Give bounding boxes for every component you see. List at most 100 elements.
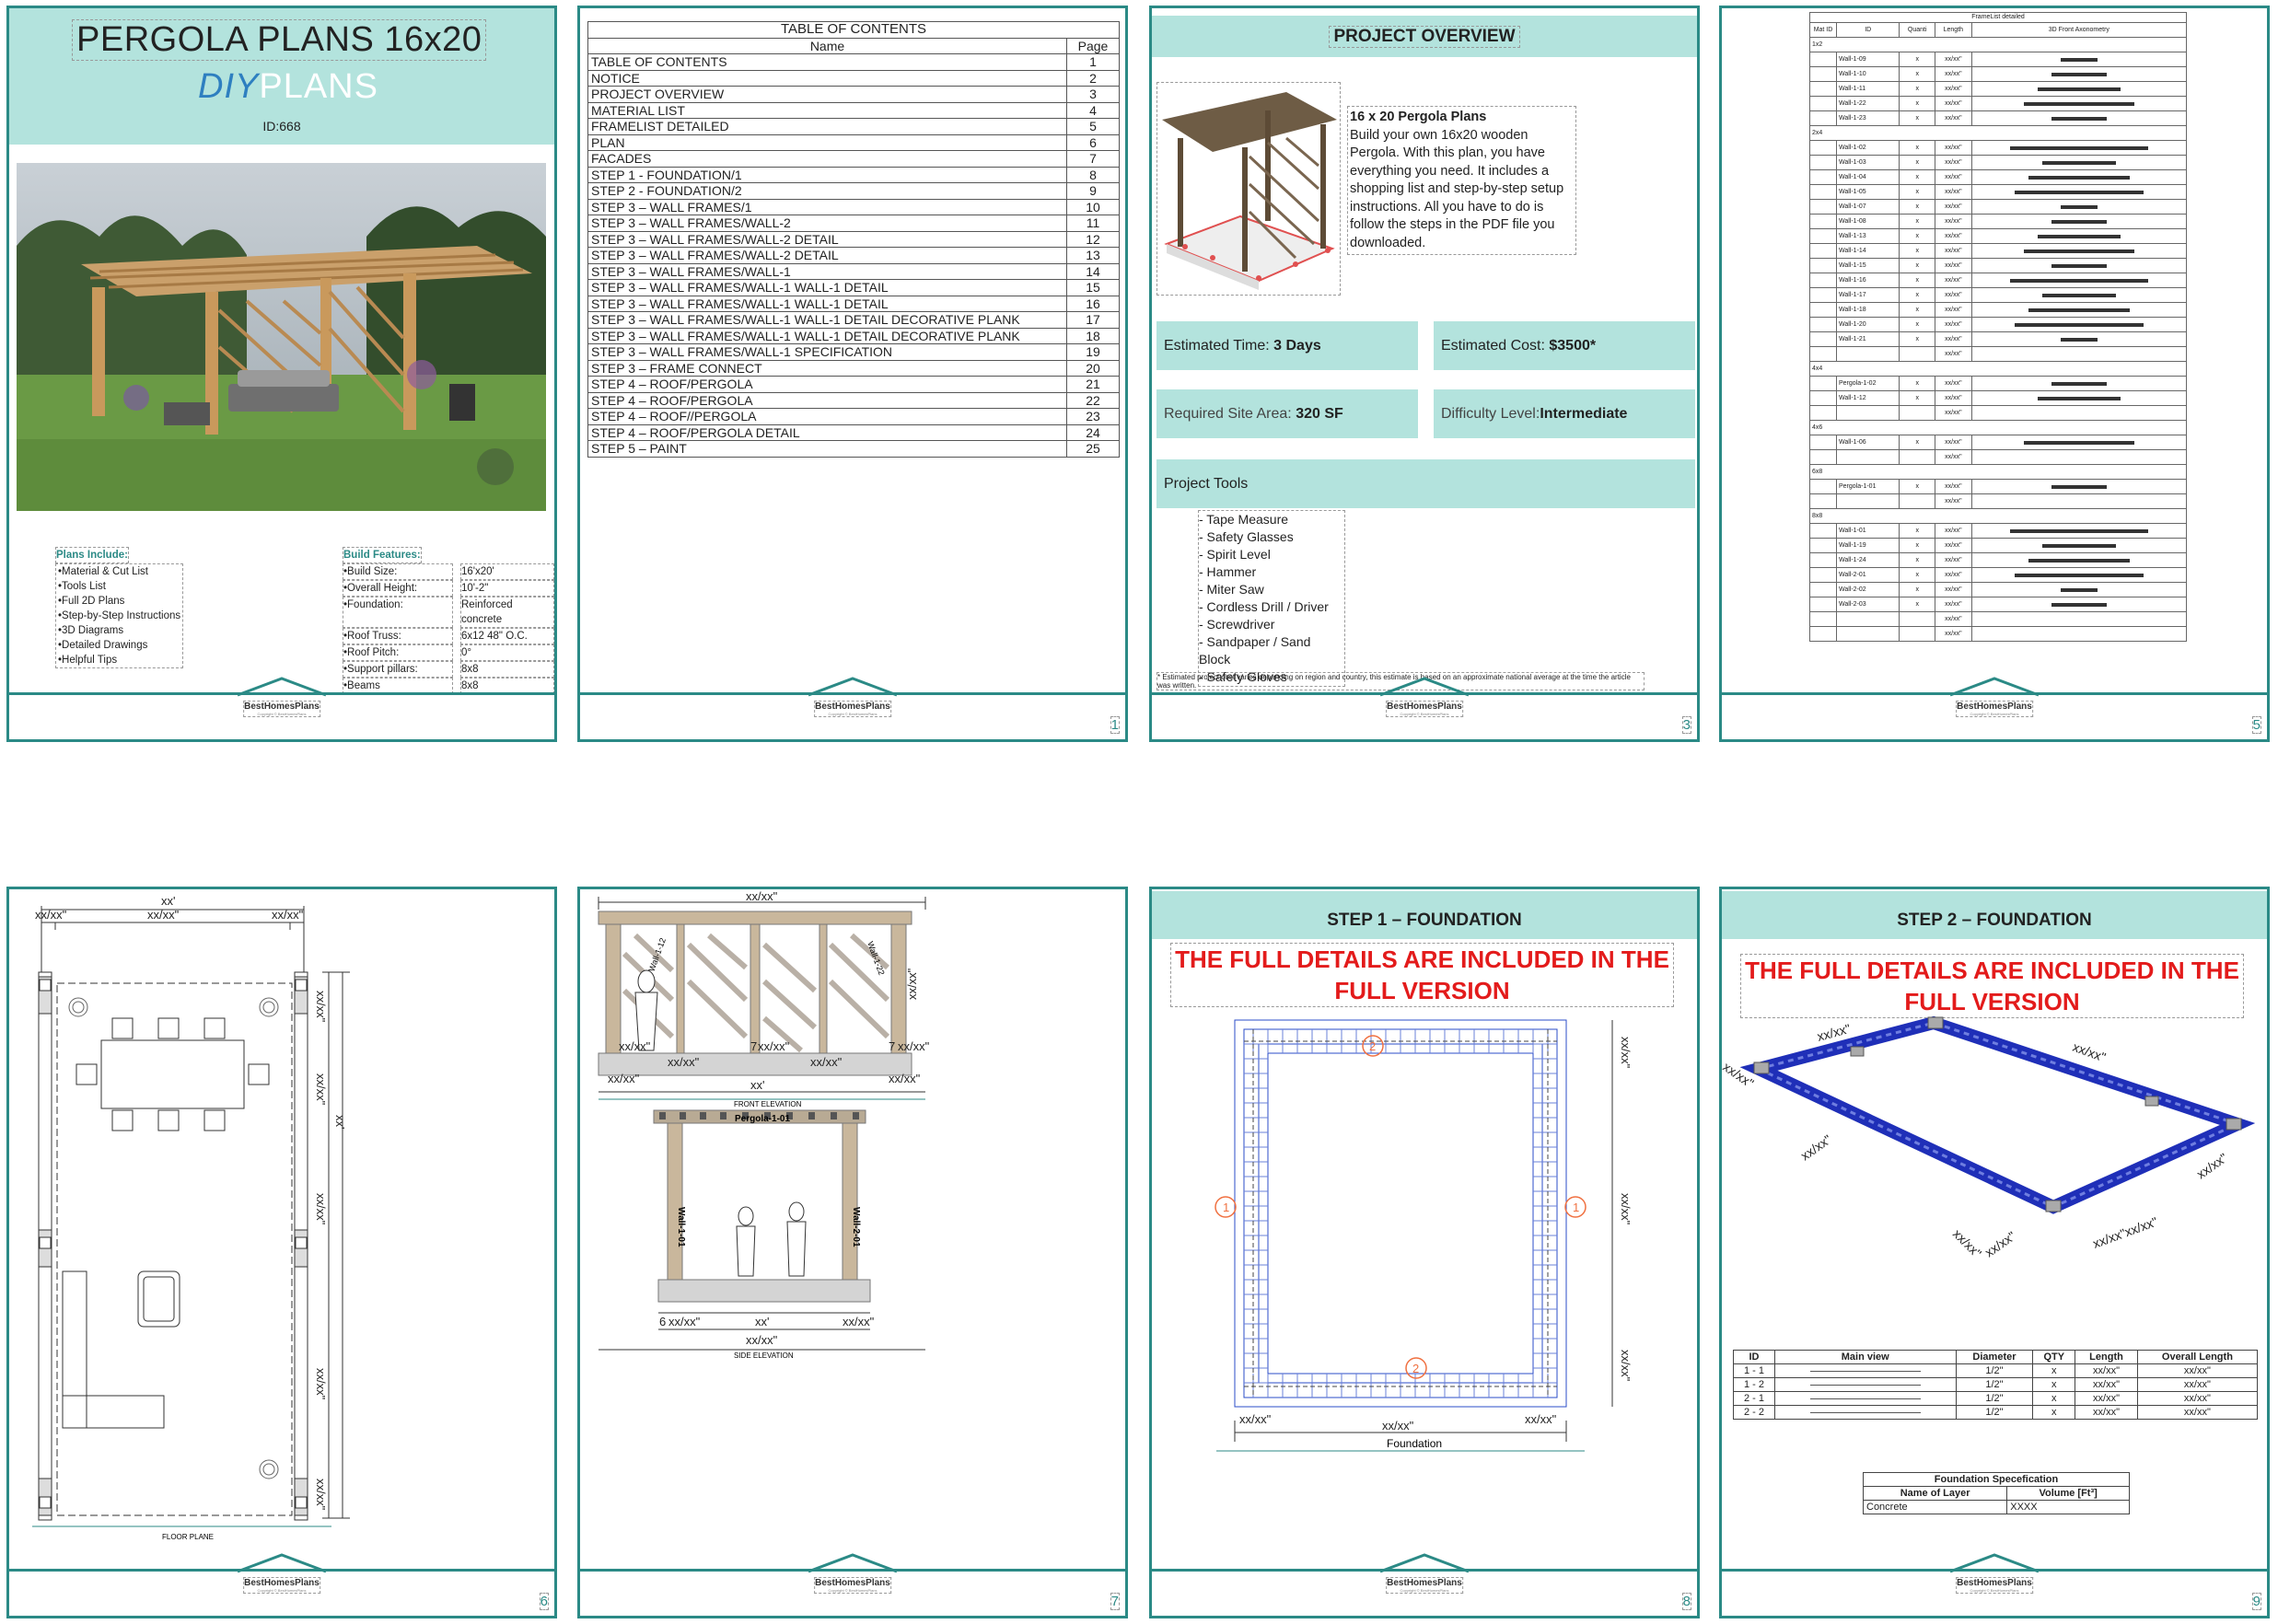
beam-label: Pergola-1-01 (735, 1114, 790, 1124)
toc-row[interactable]: STEP 1 - FOUNDATION/1 8 (587, 167, 1120, 183)
side-dim-right: xx/xx" (843, 1315, 875, 1328)
framelist-cell-mat (1809, 81, 1837, 97)
wall-label-right: Wall-1-22 (866, 940, 886, 976)
framelist-cell-mat (1809, 96, 1837, 111)
framelist-cell-mat (1809, 390, 1837, 406)
framelist-header-cell: Length (1934, 22, 1972, 38)
toc-row-name: STEP 3 – WALL FRAMES/WALL-1 WALL-1 DETAI… (587, 311, 1067, 329)
framelist-cell-preview (1970, 155, 2188, 170)
toc-row[interactable]: STEP 4 – ROOF/PERGOLA 21 (587, 376, 1120, 393)
page-overview: PROJECT OVERVIEW 16 x 20 Pergola Plans B… (1149, 6, 1700, 742)
toc-row[interactable]: STEP 3 – WALL FRAMES/WALL-1 SPECIFICATIO… (587, 343, 1120, 361)
rebar-diameter: 1/2" (1955, 1391, 2034, 1406)
s1-dim-center: xx/xx" (1382, 1419, 1414, 1433)
piece-preview-icon (2060, 57, 2098, 62)
framelist-row: Wall-1-10 x xx/xx" (1809, 66, 2188, 82)
page-framelist: FrameList detailed Mat ID ID Quanti Length 3… (1719, 6, 2270, 742)
framelist-row: xx/xx" (1809, 626, 2188, 642)
build-feature-key: •Roof Truss: (343, 628, 453, 644)
framelist-header-row: Mat ID ID Quanti Length 3D Front Axonometry (1809, 22, 2188, 38)
framelist-cell-mat (1809, 302, 1837, 318)
tool-item: - Safety Glasses (1199, 529, 1294, 544)
toc-row[interactable]: STEP 3 – WALL FRAMES/WALL-2 DETAIL 13 (587, 247, 1120, 264)
framelist-cell-length: xx/xx" (1934, 346, 1972, 362)
toc-col-page: Page (1066, 38, 1120, 54)
page-step2: STEP 2 – FOUNDATION THE FULL DETAILS ARE… (1719, 887, 2270, 1618)
framelist-cell-qty: x (1899, 331, 1935, 347)
framelist-cell-preview (1970, 449, 2188, 465)
toc-row[interactable]: MATERIAL LIST 4 (587, 102, 1120, 119)
toc-row-name: PROJECT OVERVIEW (587, 86, 1067, 103)
toc-row[interactable]: NOTICE 2 (587, 70, 1120, 87)
framelist-cell-mat (1809, 346, 1837, 362)
toc-row[interactable]: STEP 3 – WALL FRAMES/WALL-2 11 (587, 215, 1120, 232)
piece-preview-icon (2051, 72, 2107, 76)
toc-row[interactable]: PLAN 6 (587, 134, 1120, 151)
framelist-mat-id: 8x8 (1809, 508, 2187, 524)
toc-row[interactable]: STEP 3 – WALL FRAMES/WALL-1 14 (587, 263, 1120, 280)
framelist-row: Wall-1-13 x xx/xx" (1809, 228, 2188, 244)
toc-row[interactable]: STEP 5 – PAINT 25 (587, 440, 1120, 458)
house-roof-icon (808, 1553, 898, 1573)
framelist-cell-id (1835, 626, 1900, 642)
s1-dim-left: xx/xx" (1239, 1412, 1272, 1426)
s2-dim-6: xx/xx" (1950, 1226, 1984, 1260)
rebar-overall: xx/xx" (2136, 1405, 2259, 1420)
piece-preview-icon (2014, 573, 2144, 577)
framelist-cell-length: xx/xx" (1934, 81, 1972, 97)
front-dim-left: xx/xx" (608, 1072, 640, 1085)
framelist-cell-id: Wall-1-23 (1835, 110, 1900, 126)
framelist-group-row: 4x4 (1809, 361, 2187, 377)
toc-row[interactable]: TABLE OF CONTENTS 1 (587, 53, 1120, 71)
framelist-cell-mat (1809, 552, 1837, 568)
piece-preview-icon (2028, 175, 2130, 180)
rebar-diameter: 1/2" (1955, 1377, 2034, 1392)
toc-row[interactable]: STEP 3 – WALL FRAMES/1 10 (587, 199, 1120, 215)
framelist-row: Wall-1-15 x xx/xx" (1809, 258, 2188, 273)
toc-row[interactable]: STEP 3 – WALL FRAMES/WALL-2 DETAIL 12 (587, 231, 1120, 248)
toc-row[interactable]: STEP 3 – WALL FRAMES/WALL-1 WALL-1 DETAI… (587, 296, 1120, 312)
piece-preview-icon (2051, 381, 2107, 386)
framelist-cell-qty: x (1899, 567, 1935, 583)
toc-row[interactable]: PROJECT OVERVIEW 3 (587, 86, 1120, 103)
toc-row[interactable]: STEP 3 – WALL FRAMES/WALL-1 WALL-1 DETAI… (587, 311, 1120, 329)
toc-row-name: PLAN (587, 134, 1067, 151)
rebar-shape-icon (1809, 1411, 1921, 1413)
plans-include: Plans Include: •Material & Cut List •Tool… (55, 547, 184, 668)
brand-plans: PLANS (259, 67, 378, 106)
framelist-cell-preview (1970, 405, 2188, 421)
framelist-cell-mat (1809, 405, 1837, 421)
toc-row[interactable]: FRAMELIST DETAILED 5 (587, 118, 1120, 135)
rebar-main-view (1773, 1363, 1957, 1378)
s2-dim-4: xx/xx" (1798, 1131, 1834, 1163)
page-step1: STEP 1 – FOUNDATION THE FULL DETAILS ARE… (1149, 887, 1700, 1618)
framelist-row: xx/xx" (1809, 405, 2188, 421)
framelist-cell-id (1835, 493, 1900, 509)
toc-row[interactable]: STEP 2 - FOUNDATION/2 9 (587, 182, 1120, 200)
framelist-mat-id: 1x2 (1809, 37, 2187, 52)
toc-row[interactable]: STEP 4 – ROOF/PERGOLA 22 (587, 392, 1120, 409)
build-features-title: Build Features: (343, 547, 422, 563)
toc-row-name: STEP 5 – PAINT (587, 440, 1067, 458)
build-feature-value: Reinforced concrete (460, 597, 554, 628)
framelist-cell-preview (1970, 110, 2188, 126)
framelist-row: xx/xx" (1809, 611, 2188, 627)
framelist-cell-mat (1809, 538, 1837, 553)
toc-row[interactable]: STEP 4 – ROOF//PERGOLA 23 (587, 408, 1120, 425)
toc-row[interactable]: STEP 3 – FRAME CONNECT 20 (587, 360, 1120, 377)
difficulty-box: Difficulty Level: Intermediate (1434, 389, 1695, 438)
framelist-cell-qty: x (1899, 287, 1935, 303)
rebar-header-cell: Diameter (1955, 1350, 2034, 1364)
tool-item: - Sandpaper / Sand Block (1199, 634, 1311, 667)
toc-row[interactable]: STEP 3 – WALL FRAMES/WALL-1 WALL-1 DETAI… (587, 328, 1120, 344)
estimated-cost-box: Estimated Cost: $3500* (1434, 321, 1695, 370)
marker-2-top: 2 (1369, 1039, 1376, 1053)
toc-row[interactable]: STEP 3 – WALL FRAMES/WALL-1 WALL-1 DETAI… (587, 279, 1120, 296)
toc-row[interactable]: STEP 4 – ROOF/PERGOLA DETAIL 24 (587, 424, 1120, 441)
spec-col-2: Volume [Ft³] (2006, 1486, 2130, 1501)
toc-row[interactable]: FACADES 7 (587, 150, 1120, 168)
facades-drawing: xx/xx" xx' xx/xx" xx/xx" xx/xx" xx/xx" x… (598, 889, 930, 1360)
framelist-cell-preview (1970, 552, 2188, 568)
page-footer: BestHomesPlans Copyright © BestHomesPlans… (1722, 677, 2267, 739)
framelist-cell-mat (1809, 331, 1837, 347)
